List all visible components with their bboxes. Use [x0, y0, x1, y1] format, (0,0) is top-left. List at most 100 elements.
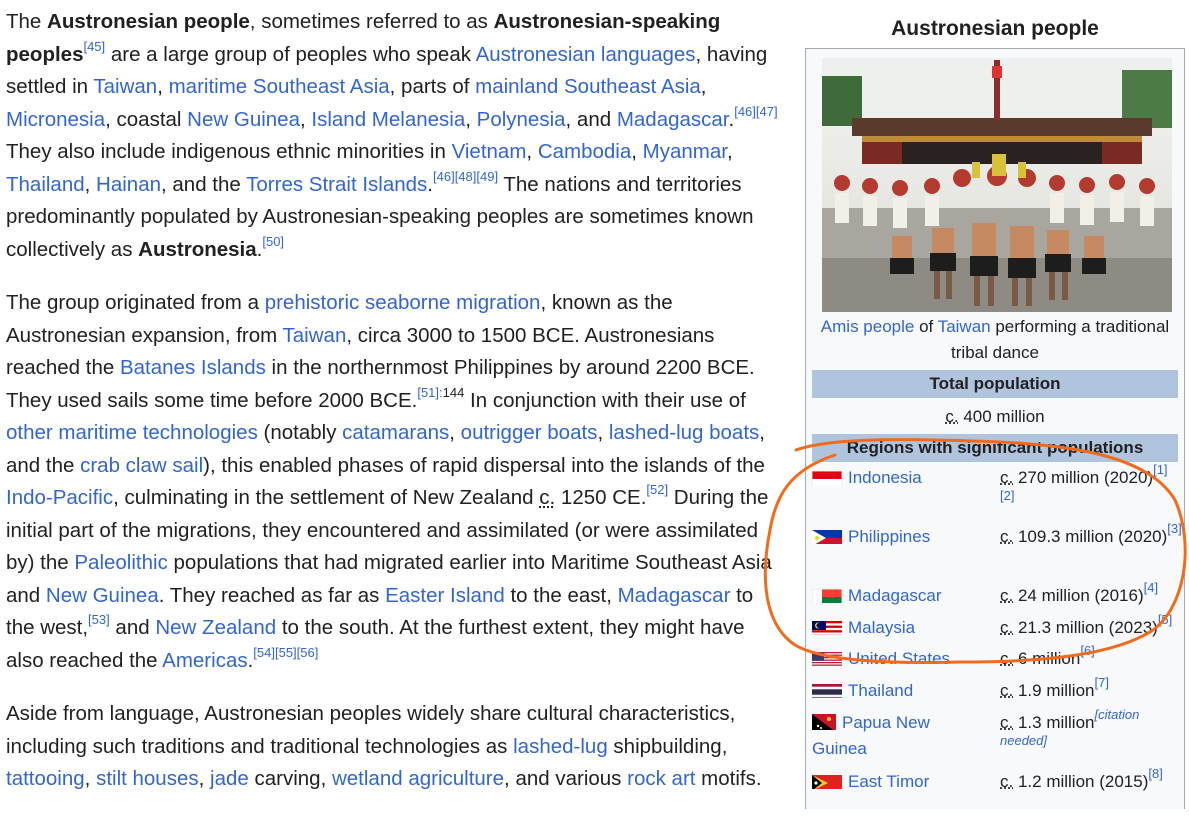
region-country: Philippines [812, 524, 992, 550]
reference-link[interactable]: [46] [433, 169, 455, 184]
reference-link[interactable]: [1] [1153, 462, 1167, 477]
text: 1.9 million [1013, 681, 1094, 700]
link-philippines[interactable]: Philippines [848, 527, 930, 546]
reference-link[interactable]: [51]: [417, 385, 442, 400]
text: 1250 CE. [555, 486, 646, 509]
text: , culminating in the settlement of New Z… [113, 486, 539, 509]
link-new-zealand[interactable]: New Zealand [155, 616, 276, 639]
link-vietnam[interactable]: Vietnam [452, 140, 527, 163]
link-madagascar[interactable]: Madagascar [618, 584, 731, 607]
region-value: c. 1.2 million (2015)[8] [1000, 769, 1182, 795]
link-polynesia[interactable]: Polynesia [477, 108, 566, 131]
link-malaysia[interactable]: Malaysia [848, 618, 915, 637]
link-americas[interactable]: Americas [162, 649, 247, 672]
link-madagascar[interactable]: Madagascar [617, 108, 729, 131]
text: , sometimes referred to as [250, 10, 494, 33]
reference-link[interactable]: [6] [1080, 643, 1094, 658]
link-catamarans[interactable]: catamarans [342, 421, 449, 444]
link-outrigger-boats[interactable]: outrigger boats [461, 421, 598, 444]
text: , [199, 767, 210, 790]
paragraph-1: The Austronesian people, sometimes refer… [6, 6, 784, 266]
text: , [597, 421, 608, 444]
text: . They reached as far as [159, 584, 385, 607]
link-cambodia[interactable]: Cambodia [538, 140, 631, 163]
link-new-guinea[interactable]: New Guinea [46, 584, 159, 607]
reference-link[interactable]: [56] [297, 645, 319, 660]
reference: [52] [646, 482, 668, 497]
reference-link[interactable]: [3] [1167, 521, 1181, 536]
link-island-melanesia[interactable]: Island Melanesia [311, 108, 465, 131]
link-united-states[interactable]: United States [848, 649, 950, 668]
link-thailand[interactable]: Thailand [848, 681, 913, 700]
reference-link[interactable]: [48] [455, 169, 477, 184]
reference: [51]:144 [417, 385, 464, 400]
link-thailand[interactable]: Thailand [6, 173, 85, 196]
text: , [631, 140, 642, 163]
link-madagascar[interactable]: Madagascar [848, 586, 942, 605]
link-amis-people[interactable]: Amis people [821, 317, 915, 336]
reference: [5] [1158, 612, 1172, 627]
link-indonesia[interactable]: Indonesia [848, 468, 922, 487]
reference-link[interactable]: [53] [88, 612, 110, 627]
infobox-photo[interactable] [822, 58, 1172, 312]
reference-link[interactable]: [49] [476, 169, 498, 184]
reference-link[interactable]: [52] [646, 482, 668, 497]
text: 270 million (2020) [1013, 468, 1153, 487]
total-population-value: c. 400 million [812, 404, 1178, 430]
reference-link[interactable]: [4] [1144, 580, 1158, 595]
indonesia-flag-icon [812, 469, 842, 485]
reference-link[interactable]: [7] [1095, 675, 1109, 690]
link-easter-island[interactable]: Easter Island [385, 584, 505, 607]
link-new-guinea[interactable]: New Guinea [187, 108, 300, 131]
text: , [465, 108, 476, 131]
link-maritime-southeast-asia[interactable]: maritime Southeast Asia [169, 75, 390, 98]
link-hainan[interactable]: Hainan [96, 173, 161, 196]
link-jade[interactable]: jade [210, 767, 249, 790]
reference-link[interactable]: [46] [734, 104, 756, 119]
text: 6 million [1013, 649, 1080, 668]
reference: [46][47] [734, 104, 777, 119]
region-country: Malaysia [812, 615, 992, 641]
link-tattooing[interactable]: tattooing [6, 767, 85, 790]
link-east-timor[interactable]: East Timor [848, 772, 929, 791]
link-mainland-southeast-asia[interactable]: mainland Southeast Asia [475, 75, 701, 98]
reference: [50] [262, 234, 284, 249]
circa-abbr: c. [1000, 618, 1013, 637]
reference: [6] [1080, 643, 1094, 658]
philippines-flag-icon [812, 528, 842, 544]
reference-link[interactable]: [50] [262, 234, 284, 249]
link-crab-claw-sail[interactable]: crab claw sail [80, 454, 203, 477]
circa-abbr: c. [1000, 713, 1013, 732]
link-paleolithic[interactable]: Paleolithic [74, 551, 167, 574]
text: , [449, 421, 460, 444]
reference-link[interactable]: [45] [83, 39, 105, 54]
reference-link[interactable]: [55] [275, 645, 297, 660]
link-torres-strait-islands[interactable]: Torres Strait Islands [246, 173, 427, 196]
link-other-maritime-technologies[interactable]: other maritime technologies [6, 421, 258, 444]
text: , [85, 173, 96, 196]
link-stilt-houses[interactable]: stilt houses [96, 767, 199, 790]
link-lashed-lug[interactable]: lashed-lug [513, 735, 608, 758]
text: (notably [258, 421, 342, 444]
link-prehistoric-seaborne-migration[interactable]: prehistoric seaborne migration [265, 291, 541, 314]
reference-link[interactable]: [2] [1000, 488, 1014, 503]
reference-link[interactable]: [47] [756, 104, 778, 119]
link-taiwan[interactable]: Taiwan [283, 324, 347, 347]
reference-link[interactable]: [54] [253, 645, 275, 660]
link-micronesia[interactable]: Micronesia [6, 108, 105, 131]
circa-abbr: c. [539, 486, 555, 509]
circa-abbr: c. [1000, 527, 1013, 546]
link-indo-pacific[interactable]: Indo-Pacific [6, 486, 113, 509]
link-lashed-lug-boats[interactable]: lashed-lug boats [609, 421, 759, 444]
thailand-flag-icon [812, 682, 842, 698]
link-wetland-agriculture[interactable]: wetland agriculture [332, 767, 504, 790]
text: 1.3 million [1013, 713, 1094, 732]
link-taiwan[interactable]: Taiwan [938, 317, 991, 336]
reference-link[interactable]: [5] [1158, 612, 1172, 627]
link-myanmar[interactable]: Myanmar [643, 140, 727, 163]
reference-link[interactable]: [8] [1148, 766, 1162, 781]
link-austronesian-languages[interactable]: Austronesian languages [476, 43, 696, 66]
link-taiwan[interactable]: Taiwan [93, 75, 157, 98]
link-batanes-islands[interactable]: Batanes Islands [120, 356, 266, 379]
link-rock-art[interactable]: rock art [627, 767, 695, 790]
